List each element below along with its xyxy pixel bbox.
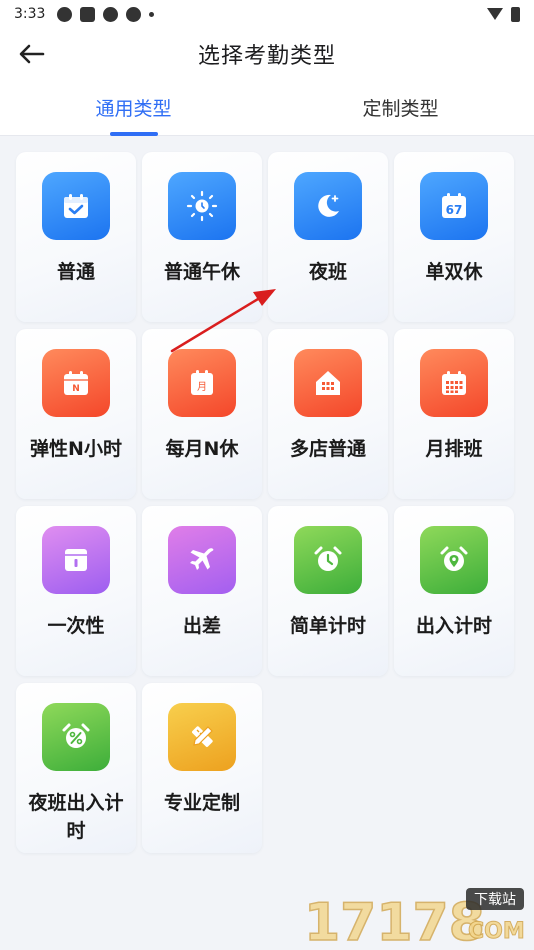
- type-card-normal[interactable]: 普通: [16, 152, 136, 322]
- type-card-simple-timing[interactable]: 简单计时: [268, 506, 388, 676]
- app-notification-icon-3: [126, 6, 142, 22]
- tab-general[interactable]: 通用类型: [0, 80, 267, 135]
- type-label: 简单计时: [289, 615, 366, 637]
- calendar-grid-icon: [442, 371, 466, 395]
- sun-clock-icon: [186, 190, 218, 222]
- type-label: 月排班: [425, 438, 483, 460]
- calendar-check-icon: [64, 194, 88, 218]
- type-label: 多店普通: [289, 438, 366, 460]
- calendar-month-icon: 月: [191, 370, 213, 395]
- type-label: 专业定制: [163, 792, 240, 814]
- type-card-single-double-rest[interactable]: 67 单双休: [394, 152, 514, 322]
- type-label: 单双休: [425, 261, 483, 283]
- calendar-67-icon: 67: [442, 193, 466, 218]
- arrow-left-icon: [19, 44, 45, 64]
- type-label: 出入计时: [415, 615, 492, 637]
- type-card-multi-store[interactable]: 多店普通: [268, 329, 388, 499]
- wifi-icon: [487, 8, 503, 20]
- store-icon: [316, 371, 340, 395]
- type-card-business-trip[interactable]: 出差: [142, 506, 262, 676]
- type-card-normal-lunch[interactable]: 普通午休: [142, 152, 262, 322]
- status-bar: 3:33: [0, 0, 534, 28]
- status-time: 3:33: [14, 6, 46, 22]
- calendar-n-icon: N: [64, 371, 88, 395]
- type-card-monthly-schedule[interactable]: 月排班: [394, 329, 514, 499]
- type-card-monthly-rest[interactable]: 月 每月N休: [142, 329, 262, 499]
- type-label: 普通: [56, 261, 95, 283]
- battery-icon: [511, 6, 520, 22]
- site-watermark: 17178 下载站 COM: [298, 886, 528, 950]
- alarm-clock-icon: [314, 546, 342, 571]
- watermark-site: 下载站: [474, 892, 516, 908]
- type-label: 普通午休: [163, 261, 240, 283]
- watermark-number: 17178: [304, 893, 485, 946]
- type-label: 夜班出入计时: [28, 792, 124, 842]
- airplane-icon: [190, 548, 214, 570]
- attendance-type-grid: 普通 普通午休 夜班 67 单双休 N 弹性N小时 月 每月N休 多店普通 月排…: [16, 152, 514, 853]
- app-header: 选择考勤类型: [0, 28, 534, 80]
- ruler-pencil-icon: [192, 726, 213, 747]
- calendar-badge: 月: [197, 381, 207, 393]
- app-notification-icon-2: [103, 6, 119, 22]
- type-label: 夜班: [308, 261, 347, 283]
- type-tabs: 通用类型 定制类型: [0, 80, 534, 136]
- type-label: 出差: [182, 615, 221, 637]
- app-square-icon: [80, 6, 96, 22]
- more-notifications-dot-icon: [149, 11, 155, 17]
- box-icon: [65, 549, 87, 571]
- type-card-in-out-timing[interactable]: 出入计时: [394, 506, 514, 676]
- type-card-flexible-hours[interactable]: N 弹性N小时: [16, 329, 136, 499]
- back-button[interactable]: [14, 38, 50, 70]
- tab-custom[interactable]: 定制类型: [267, 80, 534, 135]
- type-label: 一次性: [47, 615, 105, 637]
- type-label: 弹性N小时: [30, 438, 122, 460]
- watermark-domain: COM: [468, 919, 525, 944]
- calendar-badge: N: [72, 384, 80, 394]
- type-card-one-time[interactable]: 一次性: [16, 506, 136, 676]
- app-notification-icon: [57, 6, 73, 22]
- calendar-badge: 67: [446, 203, 463, 217]
- type-card-night-in-out-timing[interactable]: 夜班出入计时: [16, 683, 136, 853]
- percent-clock-icon: [62, 723, 90, 748]
- type-label: 每月N休: [165, 438, 239, 460]
- moon-icon: [318, 194, 339, 217]
- type-card-pro-custom[interactable]: 专业定制: [142, 683, 262, 853]
- location-clock-icon: [440, 546, 468, 571]
- notification-icons: [57, 6, 155, 22]
- type-card-night-shift[interactable]: 夜班: [268, 152, 388, 322]
- page-title: 选择考勤类型: [197, 44, 336, 69]
